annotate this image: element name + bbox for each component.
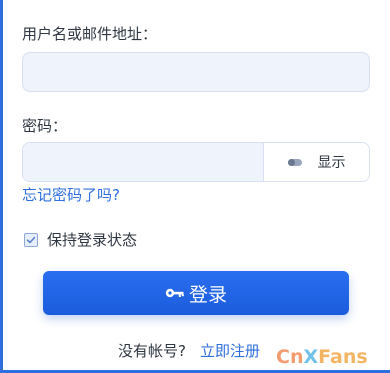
login-page: 用户名或邮件地址： 密码： 显示 忘记密码了吗? 保持登录状态 登录 没有帐号?…	[0, 0, 390, 373]
toggle-icon	[287, 158, 302, 166]
forgot-password-link[interactable]: 忘记密码了吗?	[22, 184, 120, 205]
login-button[interactable]: 登录	[43, 271, 349, 315]
password-label: 密码：	[22, 117, 68, 135]
remember-me-checkbox[interactable]: 保持登录状态	[24, 229, 137, 250]
username-input[interactable]	[22, 52, 370, 92]
watermark-cn: Cn	[276, 346, 304, 368]
register-link[interactable]: 立即注册	[200, 340, 260, 361]
remember-me-label: 保持登录状态	[47, 231, 138, 249]
watermark-logo: CnXFans	[276, 346, 368, 368]
show-password-button[interactable]: 显示	[263, 143, 369, 181]
left-border	[0, 0, 3, 373]
watermark-x: X	[303, 346, 319, 368]
watermark-fans: Fans	[318, 346, 368, 368]
key-icon	[165, 288, 184, 298]
no-account-text: 没有帐号?	[118, 342, 186, 360]
show-password-label: 显示	[317, 155, 346, 171]
check-icon	[26, 236, 36, 243]
checkbox-box[interactable]	[24, 232, 38, 247]
register-row: 没有帐号? 立即注册	[118, 340, 260, 361]
username-label: 用户名或邮件地址：	[22, 25, 158, 43]
login-button-label: 登录	[188, 283, 227, 306]
password-input[interactable]	[23, 143, 263, 181]
password-field: 显示	[22, 142, 370, 182]
